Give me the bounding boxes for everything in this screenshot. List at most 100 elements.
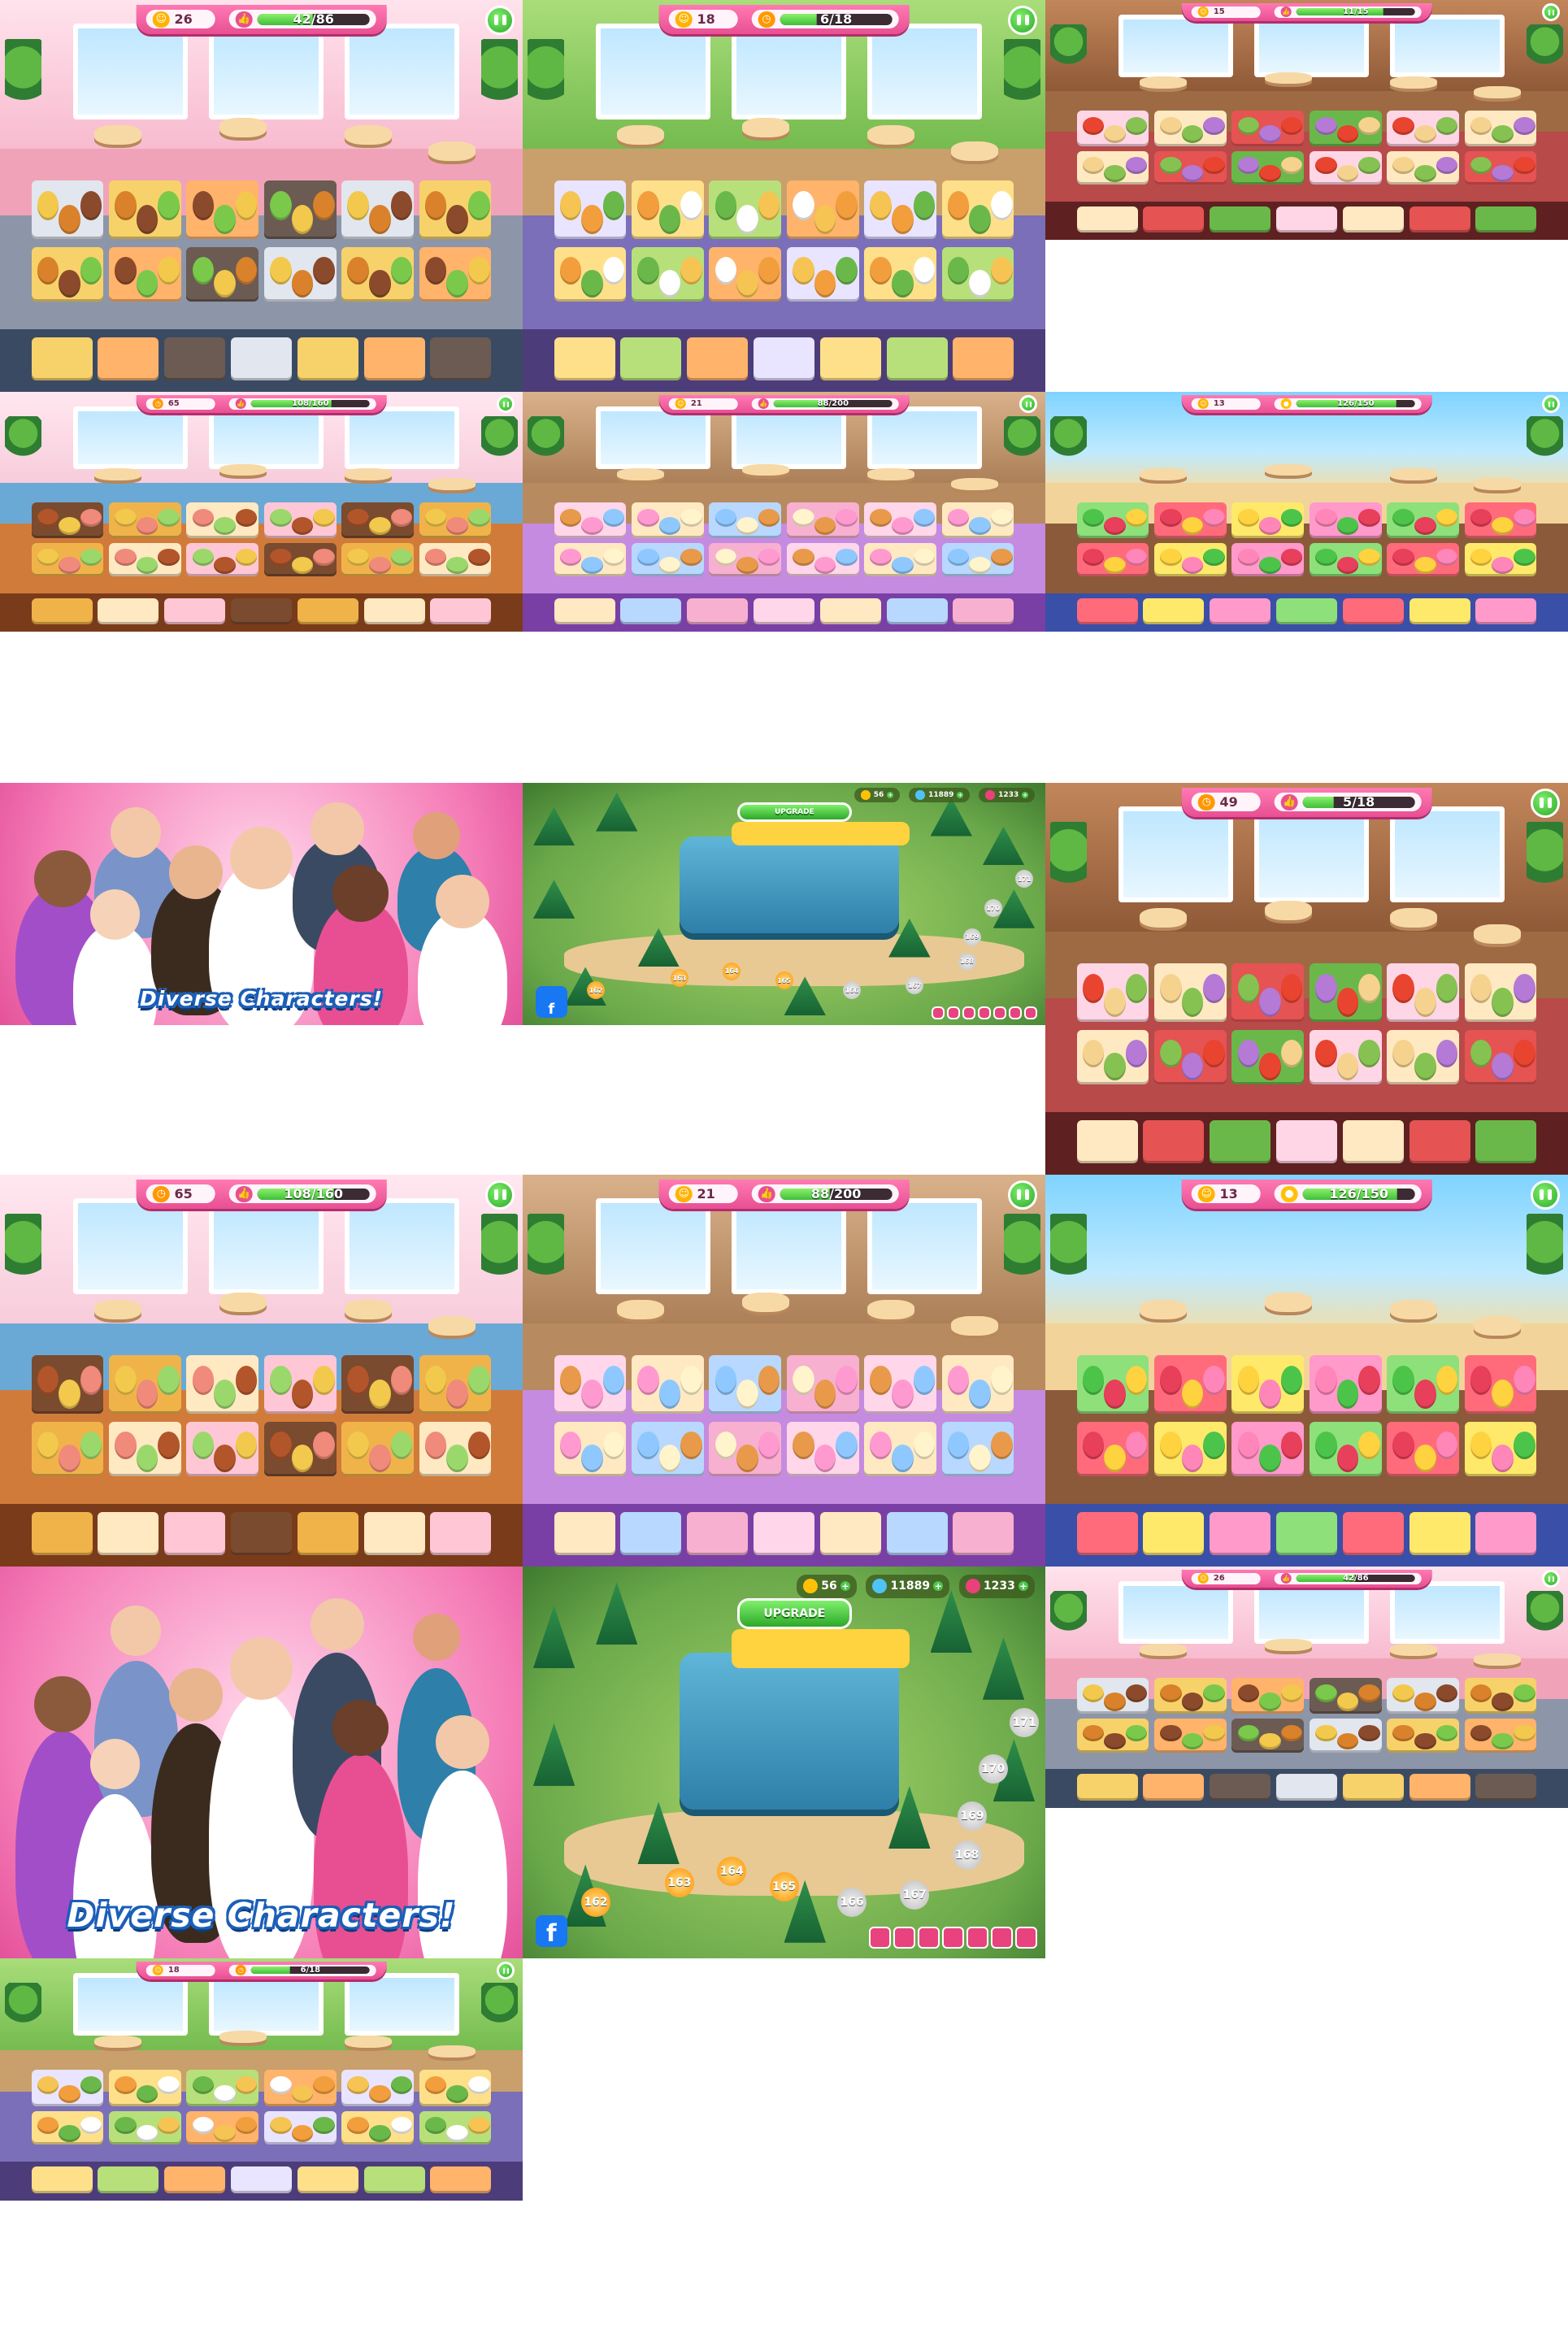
food-item[interactable] [1436, 1684, 1458, 1702]
food-item[interactable] [468, 1431, 490, 1459]
food-tray[interactable] [1154, 150, 1227, 185]
food-tray[interactable] [1464, 1719, 1537, 1753]
food-tray[interactable] [186, 502, 259, 538]
ingredient-station[interactable] [1275, 206, 1337, 233]
ingredient-station[interactable] [953, 598, 1014, 625]
food-item[interactable] [390, 190, 413, 220]
food-tray[interactable] [786, 1421, 859, 1477]
food-item[interactable] [1392, 1724, 1414, 1742]
food-item[interactable] [969, 205, 992, 235]
food-tray[interactable] [109, 180, 181, 240]
food-item[interactable] [424, 256, 447, 285]
ingredient-station[interactable] [819, 1511, 881, 1555]
food-tray[interactable] [1464, 1029, 1537, 1085]
ingredient-station[interactable] [819, 337, 881, 380]
food-item[interactable] [602, 508, 625, 527]
food-item[interactable] [1414, 988, 1436, 1018]
food-item[interactable] [1104, 1732, 1126, 1750]
food-item[interactable] [1259, 557, 1281, 574]
food-item[interactable] [991, 1365, 1013, 1395]
food-item[interactable] [1082, 157, 1105, 174]
add-hearts-button[interactable]: + [1018, 1581, 1029, 1592]
food-item[interactable] [192, 256, 215, 285]
food-tray[interactable] [1309, 542, 1382, 577]
food-item[interactable] [1125, 1365, 1148, 1395]
food-item[interactable] [792, 508, 814, 527]
food-item[interactable] [736, 1444, 758, 1472]
food-item[interactable] [1203, 973, 1225, 1003]
food-item[interactable] [136, 269, 159, 298]
food-tray[interactable] [1076, 110, 1149, 146]
food-item[interactable] [446, 269, 469, 298]
food-item[interactable] [1259, 1732, 1281, 1750]
food-item[interactable] [235, 508, 258, 527]
food-tray[interactable] [864, 502, 936, 538]
food-tray[interactable] [1076, 502, 1149, 538]
food-item[interactable] [158, 508, 180, 527]
ingredient-station[interactable] [1076, 1511, 1138, 1555]
food-item[interactable] [192, 1365, 215, 1395]
food-item[interactable] [269, 549, 292, 566]
food-tray[interactable] [1309, 1421, 1382, 1477]
food-item[interactable] [468, 1365, 490, 1395]
food-item[interactable] [836, 508, 858, 527]
ingredient-station[interactable] [31, 598, 93, 625]
food-item[interactable] [947, 190, 970, 220]
food-item[interactable] [369, 269, 391, 298]
upgrade-button[interactable]: UPGRADE [736, 1597, 853, 1630]
food-item[interactable] [1104, 165, 1126, 182]
food-item[interactable] [892, 205, 914, 235]
ingredient-station[interactable] [98, 598, 159, 625]
ingredient-station[interactable] [1342, 1119, 1404, 1163]
level-node[interactable]: 169 [962, 928, 981, 946]
food-item[interactable] [446, 1380, 469, 1410]
food-item[interactable] [1336, 517, 1359, 536]
food-item[interactable] [1237, 1039, 1260, 1067]
food-item[interactable] [602, 256, 625, 285]
food-item[interactable] [1082, 116, 1105, 135]
food-tray[interactable] [1464, 963, 1537, 1023]
food-item[interactable] [1280, 116, 1303, 135]
shop-icon[interactable] [1024, 1006, 1038, 1019]
food-item[interactable] [1336, 1052, 1359, 1080]
food-tray[interactable] [341, 246, 414, 302]
pause-button[interactable] [485, 1180, 515, 1210]
food-item[interactable] [424, 549, 447, 566]
food-item[interactable] [390, 1365, 413, 1395]
food-item[interactable] [715, 508, 737, 527]
food-item[interactable] [1237, 1684, 1260, 1702]
food-item[interactable] [1104, 1380, 1126, 1410]
food-item[interactable] [947, 1365, 970, 1395]
food-item[interactable] [1492, 1732, 1514, 1750]
food-item[interactable] [136, 2084, 159, 2104]
food-item[interactable] [1336, 988, 1359, 1018]
food-tray[interactable] [786, 1354, 859, 1415]
ingredient-station[interactable] [1076, 1774, 1138, 1801]
ingredient-station[interactable] [620, 1511, 682, 1555]
food-item[interactable] [1203, 508, 1225, 527]
ingredient-station[interactable] [98, 1511, 159, 1555]
ingredient-station[interactable] [620, 598, 682, 625]
food-item[interactable] [814, 1380, 836, 1410]
food-item[interactable] [390, 2076, 413, 2095]
food-tray[interactable] [709, 502, 782, 538]
food-item[interactable] [347, 256, 369, 285]
food-item[interactable] [1436, 157, 1458, 174]
food-item[interactable] [892, 557, 914, 574]
food-tray[interactable] [632, 180, 704, 240]
level-node[interactable]: 170 [978, 1754, 1008, 1784]
food-item[interactable] [424, 508, 447, 527]
food-tray[interactable] [1309, 502, 1382, 538]
food-tray[interactable] [341, 1354, 414, 1415]
food-item[interactable] [1470, 1724, 1492, 1742]
food-item[interactable] [369, 2125, 391, 2143]
food-item[interactable] [1514, 157, 1535, 174]
food-tray[interactable] [709, 246, 782, 302]
food-tray[interactable] [419, 180, 492, 240]
food-item[interactable] [1082, 1724, 1105, 1742]
food-item[interactable] [37, 549, 59, 566]
food-item[interactable] [1314, 508, 1337, 527]
food-item[interactable] [1181, 557, 1204, 574]
food-item[interactable] [1314, 1684, 1337, 1702]
food-item[interactable] [347, 190, 369, 220]
